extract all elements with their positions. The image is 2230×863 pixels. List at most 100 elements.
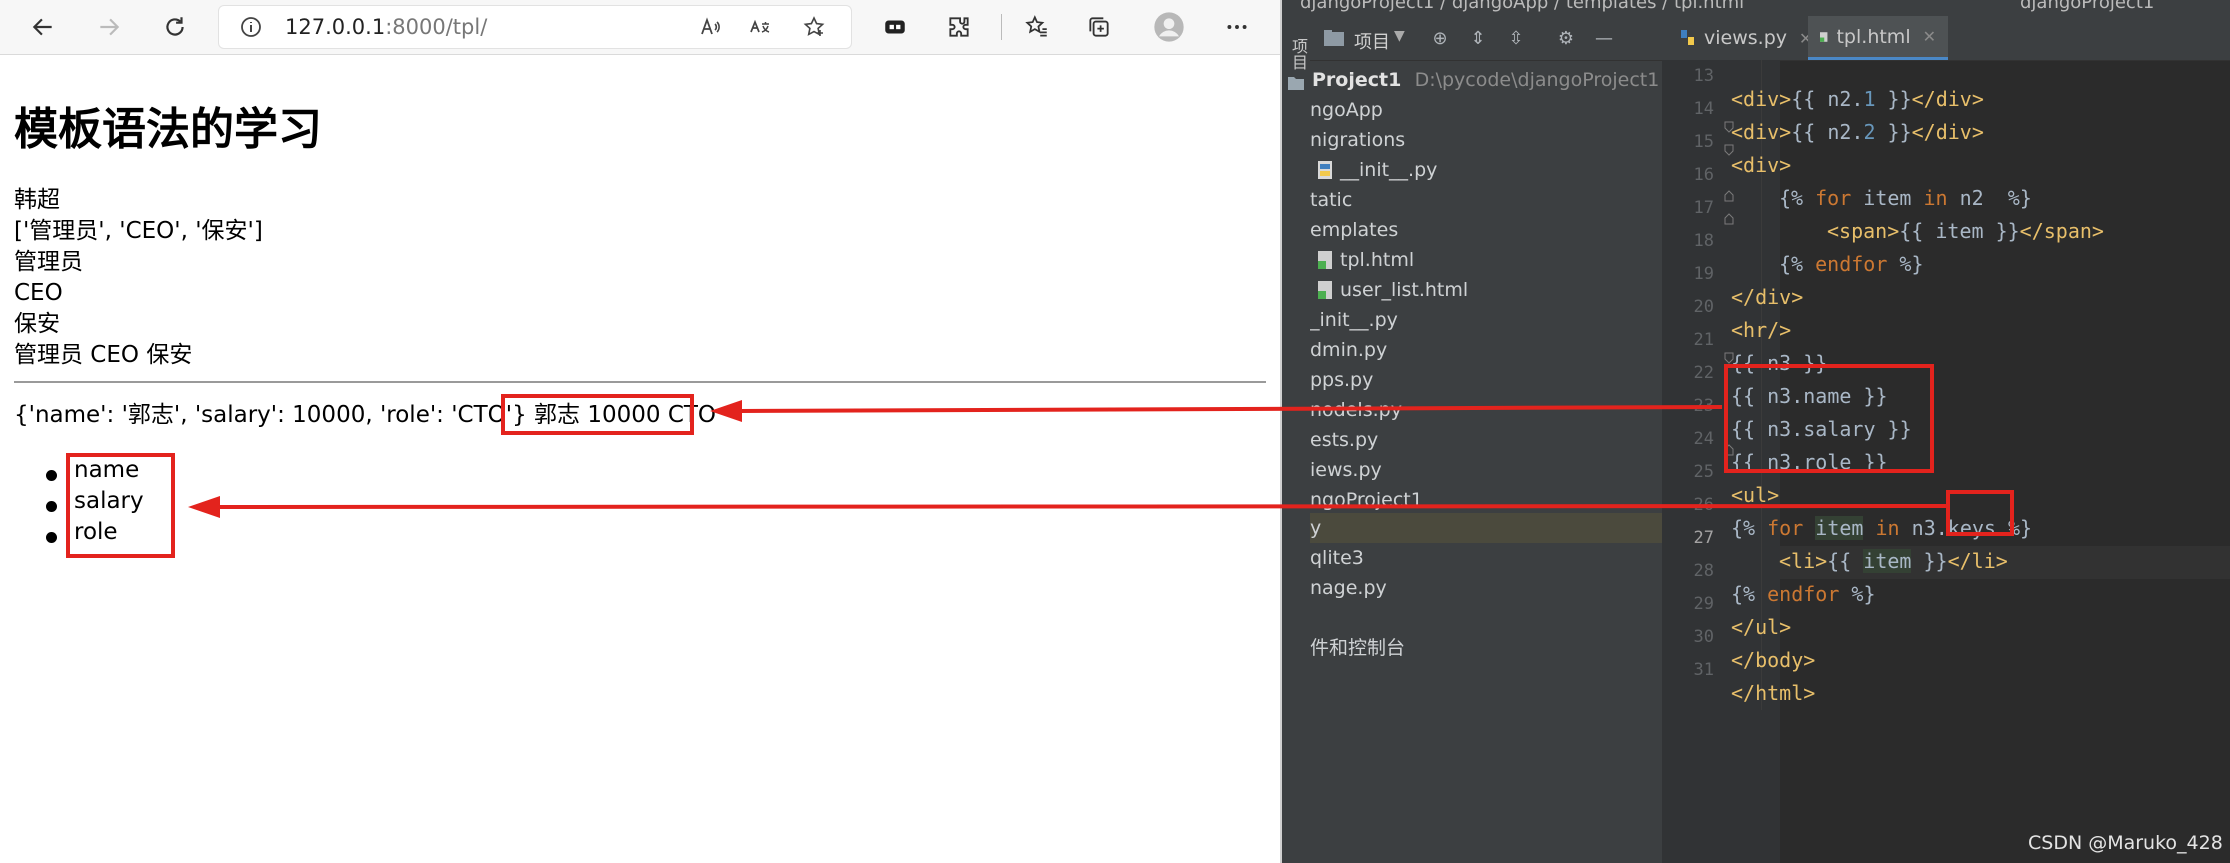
expand-all-icon[interactable]: ⇕ [1466,26,1490,50]
tree-item[interactable]: nigrations [1310,128,1405,152]
chevron-down-icon[interactable]: ▼ [1394,28,1405,44]
site-info-icon[interactable] [239,15,263,39]
annotation-box-browser-list [66,453,175,558]
line-number: 30 [1693,627,1714,647]
code-token: endfor [1815,252,1888,276]
tree-item-label: __init__.py [1340,159,1438,181]
code-token: </div> [1911,87,1984,111]
browser-toolbar: 127.0.0.1:8000/tpl/ [0,0,1280,55]
tree-item-label: user_list.html [1340,279,1469,301]
extensions-puzzle-icon[interactable] [940,8,978,46]
run-config-selector[interactable]: djangoProject1 [2020,0,2154,12]
collections-icon[interactable] [1080,8,1118,46]
line-number: 25 [1693,462,1714,482]
project-folder-icon [1324,30,1344,46]
tab-tpl-html[interactable]: tpl.html ✕ [1808,16,1948,60]
code-line-29: </ul> [1731,615,1792,639]
line-number: 18 [1693,231,1714,251]
code-token: </li> [1947,549,2008,573]
code-token: endfor [1767,582,1840,606]
html-file-icon [1820,31,1828,42]
annotation-box-code-fields [1724,364,1934,473]
tree-item[interactable]: pps.py [1310,368,1373,392]
line-number: 15 [1693,132,1714,152]
tree-item[interactable]: tatic [1310,188,1352,212]
code-token: %} [1887,252,1924,276]
toolbar-divider [1001,14,1002,40]
gear-icon[interactable]: ⚙ [1554,26,1578,50]
tree-item[interactable]: nodels.py [1310,398,1402,422]
python-file-icon [1681,30,1694,45]
editor-tabs: views.py ✕ tpl.html ✕ [1662,16,2230,61]
translate-icon[interactable] [745,12,775,42]
text-line-list: ['管理员', 'CEO', '保安'] [14,218,263,244]
code-token: <span> [1827,219,1900,243]
tree-item[interactable]: ests.py [1310,428,1378,452]
text-line-name: 韩超 [14,187,60,213]
tree-item[interactable]: qlite3 [1310,546,1364,570]
extension-tab-icon[interactable] [876,8,914,46]
code-token: {% [1731,516,1768,540]
annotation-box-browser-values [501,394,694,435]
tree-item[interactable]: iews.py [1310,458,1382,482]
code-line-30: </body> [1731,648,1816,672]
tree-item[interactable]: y [1310,516,1321,540]
project-panel-title[interactable]: 项目 [1354,28,1390,54]
bullet [46,470,57,481]
tree-item[interactable]: ngoApp [1310,98,1383,122]
text-line-item-3: 保安 [14,311,60,337]
line-number: 26 [1693,495,1714,515]
project-tool-tab[interactable]: 项目 [1286,38,1310,70]
tree-item[interactable]: ngoProject1 [1310,488,1423,512]
tree-item[interactable]: _init__.py [1310,308,1398,332]
code-line-31: </html> [1731,681,1816,705]
collapse-all-icon[interactable]: ⇳ [1504,26,1528,50]
tree-selection-highlight [1310,513,1662,543]
tree-item[interactable]: tpl.html [1318,248,1414,272]
read-aloud-icon[interactable] [695,12,725,42]
fold-end-icon[interactable] [1724,213,1734,225]
project-panel-header: 项目 ▼ ⊕ ⇕ ⇳ ⚙ — [1310,16,1662,61]
url-text[interactable]: 127.0.0.1:8000/tpl/ [285,12,487,42]
tree-item[interactable]: 件和控制台 [1310,636,1405,660]
ide-breadcrumb: djangoProject1 / djangoApp / templates /… [1282,0,2230,16]
code-line-19: </div> [1731,285,1804,309]
code-line-13: <div>{{ n2.1 }}</div> [1731,83,1984,116]
minimize-icon[interactable]: — [1592,26,1616,50]
breadcrumb-path[interactable]: djangoProject1 / djangoApp / templates /… [1300,0,1744,12]
profile-avatar[interactable] [1150,8,1188,46]
tree-item[interactable]: dmin.py [1310,338,1387,362]
tree-root[interactable]: Project1 D:\pycode\djangoProject1 [1312,68,1659,92]
code-token: {{ n2. [1791,120,1864,144]
tree-item[interactable]: __init__.py [1318,158,1437,182]
back-icon[interactable] [24,8,62,46]
address-bar[interactable]: 127.0.0.1:8000/tpl/ [218,5,852,49]
close-icon[interactable]: ✕ [1923,27,1936,46]
more-options-icon[interactable] [1218,8,1256,46]
python-file-icon [1318,161,1332,179]
tree-item[interactable]: nage.py [1310,576,1387,600]
tab-views-py[interactable]: views.py ✕ [1674,16,1818,60]
line-number: 19 [1693,264,1714,284]
code-token: }} [1911,549,1948,573]
favorites-icon[interactable] [1018,8,1056,46]
text-line-loop: 管理员 CEO 保安 [14,342,193,368]
ide-side-strip: 项目 [1282,16,1311,863]
code-token: n2 %} [1947,186,2032,210]
code-token: }} [1875,120,1912,144]
tree-item[interactable]: user_list.html [1318,278,1468,302]
code-token: item [1815,516,1864,540]
code-token: {{ [1827,549,1864,573]
favorite-star-icon[interactable] [799,12,829,42]
folder-icon [1288,77,1304,90]
forward-icon[interactable] [90,8,128,46]
url-host: 127.0.0.1 [285,15,386,39]
root-path: D:\pycode\djangoProject1 [1414,69,1660,91]
line-number: 28 [1693,561,1714,581]
target-icon[interactable]: ⊕ [1428,26,1452,50]
refresh-icon[interactable] [156,8,194,46]
fold-end-icon[interactable] [1724,190,1734,202]
code-token: {% [1779,186,1816,210]
tree-item[interactable]: emplates [1310,218,1398,242]
